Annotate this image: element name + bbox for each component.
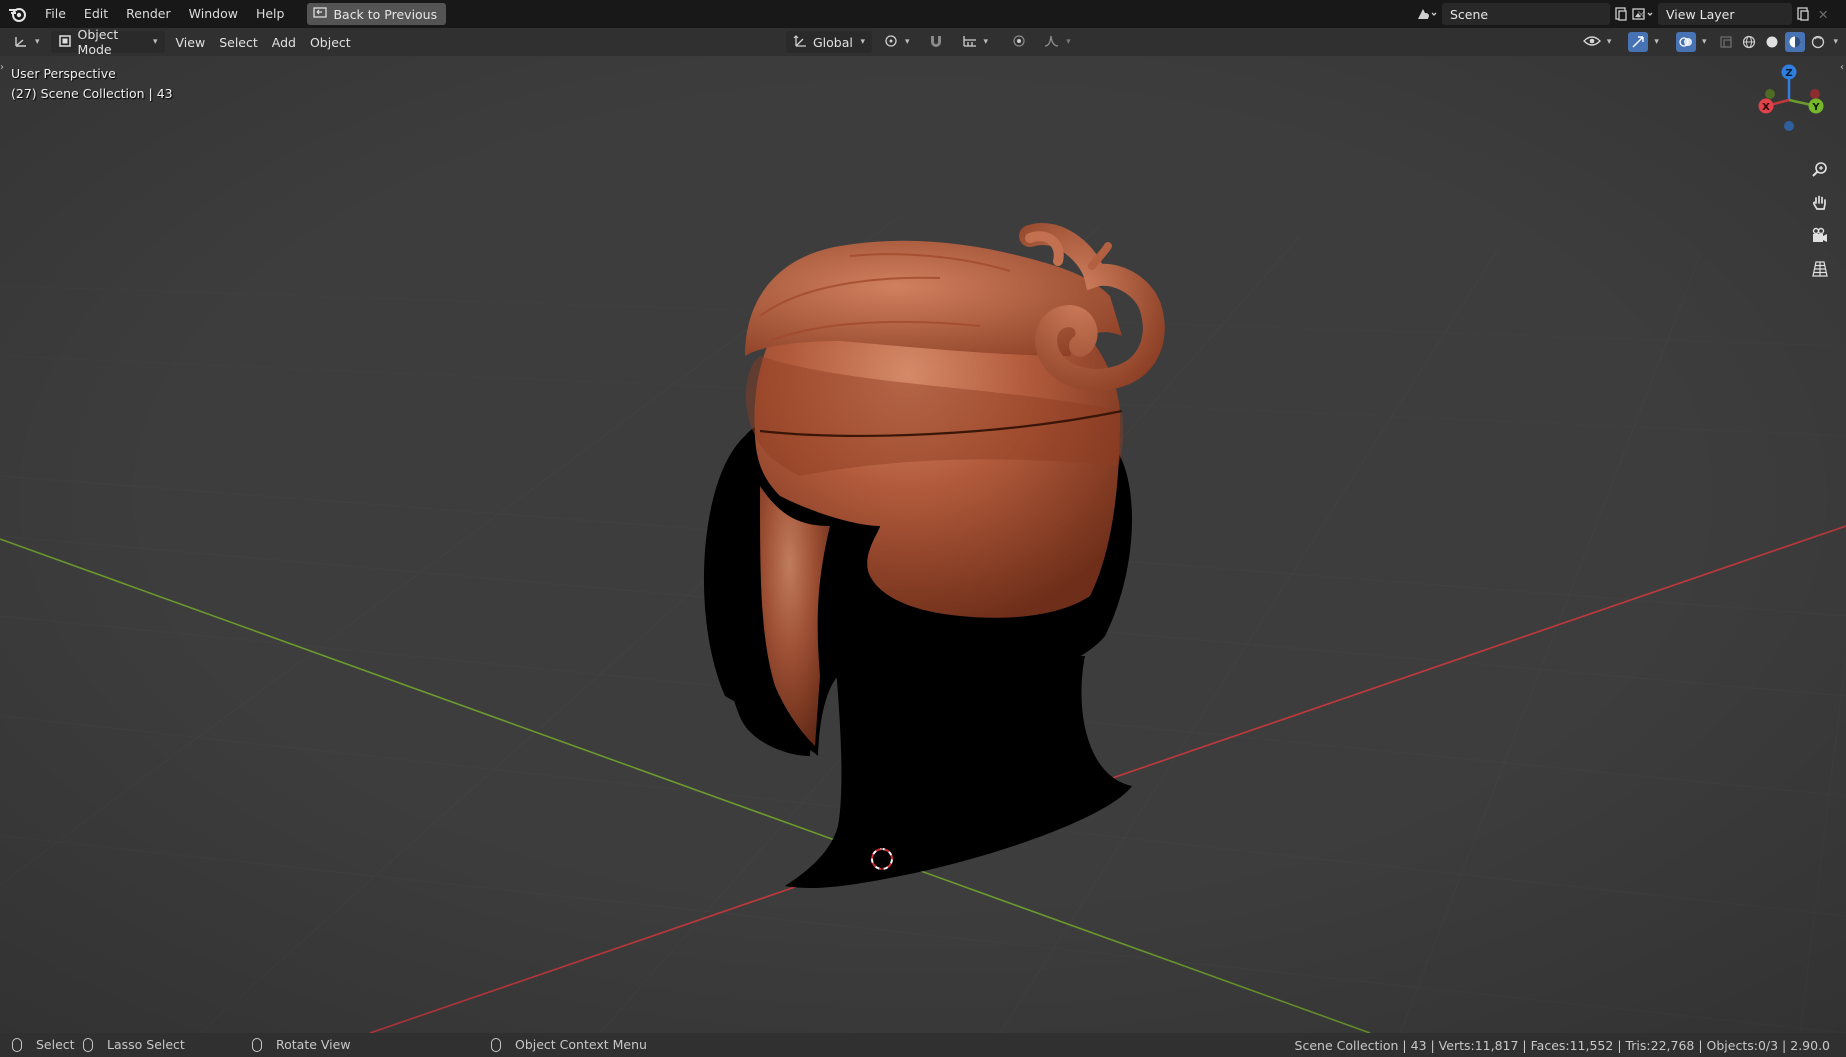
status-select-hint: Select xyxy=(12,1037,75,1052)
zoom-icon xyxy=(1811,161,1829,182)
status-lasso-label: Lasso Select xyxy=(107,1037,185,1052)
menu-render[interactable]: Render xyxy=(117,0,180,28)
mouse-left-icon xyxy=(12,1037,22,1052)
gizmo-x-label: X xyxy=(1762,102,1770,113)
view-layer-name-field[interactable]: View Layer xyxy=(1658,3,1792,25)
delete-view-layer-icon[interactable]: ✕ xyxy=(1814,3,1832,25)
pivot-icon xyxy=(883,34,899,51)
mode-label: Object Mode xyxy=(77,27,119,57)
editor-type-button[interactable]: ▾ xyxy=(6,31,47,53)
pivot-point-button[interactable]: ▾ xyxy=(876,31,917,53)
magnet-icon xyxy=(928,34,944,51)
gizmo-toggle[interactable]: ▾ xyxy=(1621,31,1666,53)
orientation-icon xyxy=(793,34,807,51)
shading-options-chevron-icon[interactable]: ▾ xyxy=(1833,37,1838,47)
orientation-label: Global xyxy=(813,34,853,50)
new-view-layer-icon[interactable] xyxy=(1792,3,1814,25)
menu-window[interactable]: Window xyxy=(180,0,247,28)
axes-icon xyxy=(13,34,29,51)
chevron-down-icon: ▾ xyxy=(1606,37,1612,47)
camera-view-button[interactable] xyxy=(1806,223,1834,251)
rendered-shading-icon[interactable] xyxy=(1808,32,1828,52)
menu-file[interactable]: File xyxy=(36,0,75,28)
scene-canvas xyxy=(0,56,1846,1033)
gizmo-z-label: Z xyxy=(1785,68,1792,79)
visibility-dropdown[interactable]: ▾ xyxy=(1576,31,1619,53)
gizmo-y-label: Y xyxy=(1811,102,1820,113)
status-select-label: Select xyxy=(36,1037,75,1052)
back-to-previous-button[interactable]: Back to Previous xyxy=(307,3,447,25)
transform-orientation-dropdown[interactable]: Global ▾ xyxy=(786,31,872,53)
overlays-toggle[interactable]: ▾ xyxy=(1669,31,1714,53)
collection-label: (27) Scene Collection | 43 xyxy=(11,86,173,101)
viewport-display-tools: ▾ ▾ ▾ ▾ xyxy=(1576,31,1838,53)
proportional-icon xyxy=(1012,34,1026,51)
chevron-down-icon: ▾ xyxy=(153,37,158,47)
navigation-gizmo[interactable]: Z Y X xyxy=(1746,64,1836,154)
snap-increment-icon xyxy=(962,34,978,51)
scene-browse-icon[interactable] xyxy=(1412,3,1442,25)
menu-select[interactable]: Select xyxy=(212,31,265,53)
chevron-down-icon: ▾ xyxy=(1654,37,1659,47)
status-lasso-hint: Lasso Select xyxy=(83,1037,185,1052)
mouse-right-icon xyxy=(491,1037,501,1052)
grid-perspective-icon xyxy=(1811,260,1829,281)
chevron-down-icon: ▾ xyxy=(983,37,989,47)
zoom-view-button[interactable] xyxy=(1806,157,1834,185)
snap-toggle[interactable] xyxy=(921,31,951,53)
mouse-drag-icon xyxy=(83,1037,93,1052)
menu-object[interactable]: Object xyxy=(303,31,358,53)
material-preview-shading-icon[interactable] xyxy=(1785,32,1806,52)
menu-edit[interactable]: Edit xyxy=(75,0,117,28)
screen-back-icon xyxy=(313,6,328,22)
xray-toggle-icon[interactable] xyxy=(1716,32,1736,52)
overlays-icon xyxy=(1675,32,1696,52)
menu-help[interactable]: Help xyxy=(247,0,294,28)
chevron-down-icon: ▾ xyxy=(905,37,910,47)
snap-target-dropdown[interactable]: ▾ xyxy=(955,31,996,53)
status-context-label: Object Context Menu xyxy=(515,1037,647,1052)
scene-selector: Scene ✕ xyxy=(1412,3,1650,25)
status-context-hint: Object Context Menu xyxy=(491,1037,647,1052)
chevron-down-icon: ▾ xyxy=(1701,37,1707,47)
solid-shading-icon[interactable] xyxy=(1762,32,1782,52)
hand-icon xyxy=(1811,194,1829,215)
object-mode-icon xyxy=(58,34,72,51)
sidebar-expand-chevron-icon[interactable]: ‹ xyxy=(1840,62,1844,73)
chevron-down-icon: ▾ xyxy=(35,37,40,47)
toggle-projection-button[interactable] xyxy=(1806,256,1834,284)
view-layer-browse-icon[interactable] xyxy=(1628,3,1658,25)
scene-statistics: Scene Collection | 43 | Verts:11,817 | F… xyxy=(1294,1038,1830,1053)
chevron-down-icon: ▾ xyxy=(1066,37,1071,47)
status-bar: Select Lasso Select Rotate View Object C… xyxy=(0,1033,1846,1057)
status-rotate-hint: Rotate View xyxy=(252,1037,351,1052)
wireframe-shading-icon[interactable] xyxy=(1739,32,1759,52)
gizmo-icon xyxy=(1628,32,1649,52)
back-to-previous-label: Back to Previous xyxy=(333,6,438,22)
proportional-editing-toggle[interactable] xyxy=(1005,31,1033,53)
3d-viewport[interactable]: User Perspective (27) Scene Collection |… xyxy=(0,56,1846,1033)
viewport-header: ▾ Object Mode ▾ View Select Add Object G… xyxy=(0,27,1846,57)
eye-icon xyxy=(1582,34,1601,51)
transform-tools: Global ▾ ▾ ▾ ▾ xyxy=(786,31,1078,53)
menu-view[interactable]: View xyxy=(169,31,213,53)
view-layer-selector: View Layer ✕ xyxy=(1628,3,1832,25)
blender-logo-icon[interactable] xyxy=(0,0,36,28)
chevron-down-icon: ▾ xyxy=(860,37,865,47)
top-bar: File Edit Render Window Help Back to Pre… xyxy=(0,0,1846,28)
status-rotate-label: Rotate View xyxy=(276,1037,351,1052)
mouse-middle-icon xyxy=(252,1037,262,1052)
mode-dropdown[interactable]: Object Mode ▾ xyxy=(50,27,165,57)
toolbar-expand-chevron-icon[interactable]: › xyxy=(0,62,4,73)
falloff-curve-icon xyxy=(1044,34,1060,51)
camera-icon xyxy=(1811,227,1829,248)
perspective-label: User Perspective xyxy=(11,66,116,81)
menu-add[interactable]: Add xyxy=(265,31,303,53)
falloff-dropdown[interactable]: ▾ xyxy=(1037,31,1078,53)
pan-view-button[interactable] xyxy=(1806,190,1834,218)
scene-name-field[interactable]: Scene xyxy=(1442,3,1610,25)
